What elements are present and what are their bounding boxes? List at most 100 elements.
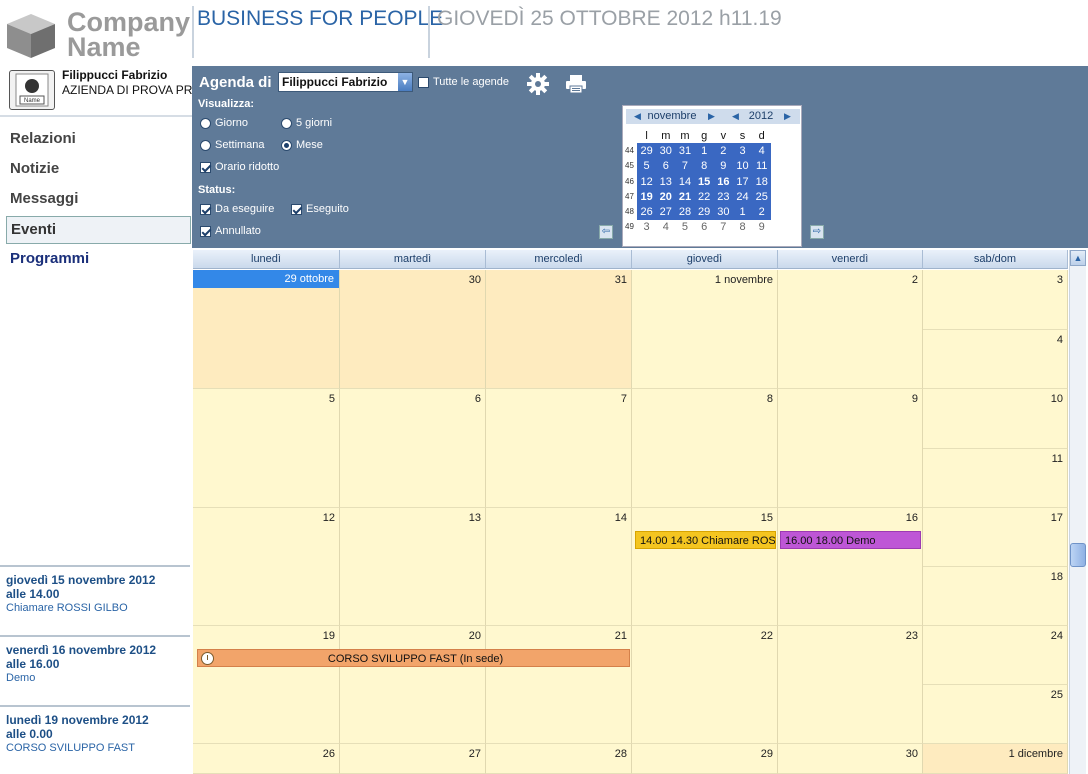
radio[interactable] [200, 117, 211, 129]
calendar-day-cell[interactable]: 30 [340, 270, 486, 389]
agenda-select[interactable]: Filippucci Fabrizio ▼ [278, 72, 413, 92]
annullato-checkbox[interactable]: Annullato [200, 225, 261, 237]
mini-day[interactable]: 29 [637, 143, 657, 159]
calendar-event[interactable]: 16.00 18.00 Demo [780, 531, 921, 549]
radio-5-giorni[interactable]: 5 giorni [281, 117, 332, 129]
calendar-day-cell[interactable]: 5 [193, 389, 340, 508]
calendar-day-cell[interactable]: 25 [923, 685, 1068, 744]
calendar-day-cell[interactable]: 27 [340, 744, 486, 774]
calendar-day-cell[interactable]: 28 [486, 744, 632, 774]
radio-giorno[interactable]: Giorno [200, 117, 248, 129]
calendar-day-cell[interactable]: 30 [778, 744, 923, 774]
checkbox[interactable] [200, 203, 211, 215]
calendar-day-cell[interactable]: 1 novembre [632, 270, 778, 389]
checkbox[interactable] [291, 203, 302, 215]
mini-day[interactable]: 17 [732, 173, 753, 190]
calendar-day-cell[interactable]: 7 [486, 389, 632, 508]
mini-day[interactable]: 9 [713, 158, 733, 174]
sidebar-item-relazioni[interactable]: Relazioni [6, 126, 191, 156]
print-icon[interactable] [565, 73, 587, 95]
mini-day[interactable]: 29 [694, 204, 714, 220]
checkbox[interactable] [418, 76, 429, 88]
calendar-day-cell[interactable]: 1 dicembre [923, 744, 1068, 774]
mini-day[interactable]: 20 [656, 189, 676, 205]
calendar-day-cell[interactable]: 19 [193, 626, 340, 744]
calendar-event[interactable]: CORSO SVILUPPO FAST (In sede) [197, 649, 630, 667]
calendar-day-cell[interactable]: 13 [340, 508, 486, 626]
mini-day[interactable]: 5 [637, 158, 657, 174]
mini-day[interactable]: 31 [675, 143, 695, 159]
calendar-day-cell[interactable]: 12 [193, 508, 340, 626]
gear-icon[interactable] [526, 72, 550, 96]
upcoming-event[interactable]: lunedì 19 novembre 2012 alle 0.00 CORSO … [0, 705, 190, 761]
checkbox[interactable] [200, 225, 211, 237]
sidebar-item-programmi[interactable]: Programmi [6, 246, 191, 276]
mini-day[interactable]: 12 [637, 173, 657, 190]
calendar-day-cell[interactable]: 11 [923, 449, 1068, 508]
mini-day[interactable]: 6 [695, 220, 714, 235]
radio[interactable] [281, 139, 292, 151]
calendar-day-cell[interactable]: 22 [632, 626, 778, 744]
da-eseguire-checkbox[interactable]: Da eseguire [200, 203, 274, 215]
mini-day[interactable]: 16 [713, 173, 733, 190]
upcoming-event[interactable]: giovedì 15 novembre 2012 alle 14.00 Chia… [0, 565, 190, 621]
calendar-day-cell[interactable]: 29 ottobre [193, 270, 340, 389]
chevron-down-icon[interactable]: ▼ [398, 73, 412, 91]
calendar-day-cell[interactable]: 2 [778, 270, 923, 389]
mini-day[interactable]: 25 [752, 189, 772, 205]
calendar-day-cell[interactable]: 15 [632, 508, 778, 626]
mini-day[interactable]: 7 [675, 158, 695, 174]
calendar-day-cell[interactable]: 6 [340, 389, 486, 508]
mini-day[interactable]: 1 [694, 143, 714, 159]
sidebar-item-messaggi[interactable]: Messaggi [6, 186, 191, 216]
mini-day[interactable]: 2 [752, 204, 772, 220]
checkbox[interactable] [200, 161, 211, 173]
mini-day[interactable]: 18 [752, 173, 772, 190]
mini-day[interactable]: 8 [694, 158, 714, 174]
calendar-day-cell[interactable]: 14 [486, 508, 632, 626]
scroll-up-icon[interactable]: ▲ [1070, 250, 1086, 266]
calendar-day-cell[interactable]: 17 [923, 508, 1068, 567]
orario-ridotto-checkbox[interactable]: Orario ridotto [200, 161, 279, 173]
avatar[interactable]: Name [9, 70, 55, 110]
mini-day[interactable]: 27 [656, 204, 676, 220]
calendar-day-cell[interactable]: 29 [632, 744, 778, 774]
calendar-day-cell[interactable]: 3 [923, 270, 1068, 330]
calendar-day-cell[interactable]: 18 [923, 567, 1068, 626]
mini-day[interactable]: 10 [732, 158, 753, 174]
radio-settimana[interactable]: Settimana [200, 139, 265, 151]
mini-day[interactable]: 6 [656, 158, 676, 174]
mini-day[interactable]: 14 [675, 173, 695, 190]
mini-day[interactable]: 24 [732, 189, 753, 205]
mini-day[interactable]: 11 [752, 158, 772, 174]
mini-day[interactable]: 30 [713, 204, 733, 220]
all-agendas-checkbox[interactable]: Tutte le agende [418, 76, 509, 88]
calendar-day-cell[interactable]: 20 [340, 626, 486, 744]
scroll-thumb[interactable] [1070, 543, 1086, 567]
mini-day[interactable]: 9 [752, 220, 771, 235]
next-year-icon[interactable]: ▶ [784, 109, 791, 124]
eseguito-checkbox[interactable]: Eseguito [291, 203, 349, 215]
mini-day[interactable]: 3 [732, 143, 753, 159]
calendar-day-cell[interactable]: 21 [486, 626, 632, 744]
calendar-day-cell[interactable]: 4 [923, 330, 1068, 389]
scrollbar[interactable]: ▲ [1069, 250, 1086, 774]
mini-day[interactable]: 2 [713, 143, 733, 159]
mini-day[interactable]: 19 [637, 189, 657, 205]
sidebar-item-notizie[interactable]: Notizie [6, 156, 191, 186]
calendar-day-cell[interactable]: 16 [778, 508, 923, 626]
mini-day[interactable]: 28 [675, 204, 695, 220]
mini-day[interactable]: 4 [752, 143, 772, 159]
mini-day[interactable]: 15 [694, 173, 714, 190]
radio-mese[interactable]: Mese [281, 139, 323, 151]
radio[interactable] [200, 139, 211, 151]
calendar-day-cell[interactable]: 23 [778, 626, 923, 744]
next-month-icon[interactable]: ▶ [708, 109, 715, 124]
calendar-day-cell[interactable]: 8 [632, 389, 778, 508]
upcoming-event[interactable]: venerdì 16 novembre 2012 alle 16.00 Demo [0, 635, 190, 691]
mini-day[interactable]: 26 [637, 204, 657, 220]
calendar-day-cell[interactable]: 31 [486, 270, 632, 389]
sidebar-item-eventi[interactable]: Eventi [6, 216, 191, 244]
arrow-right-icon[interactable]: ⇨ [810, 225, 824, 239]
calendar-day-cell[interactable]: 24 [923, 626, 1068, 685]
